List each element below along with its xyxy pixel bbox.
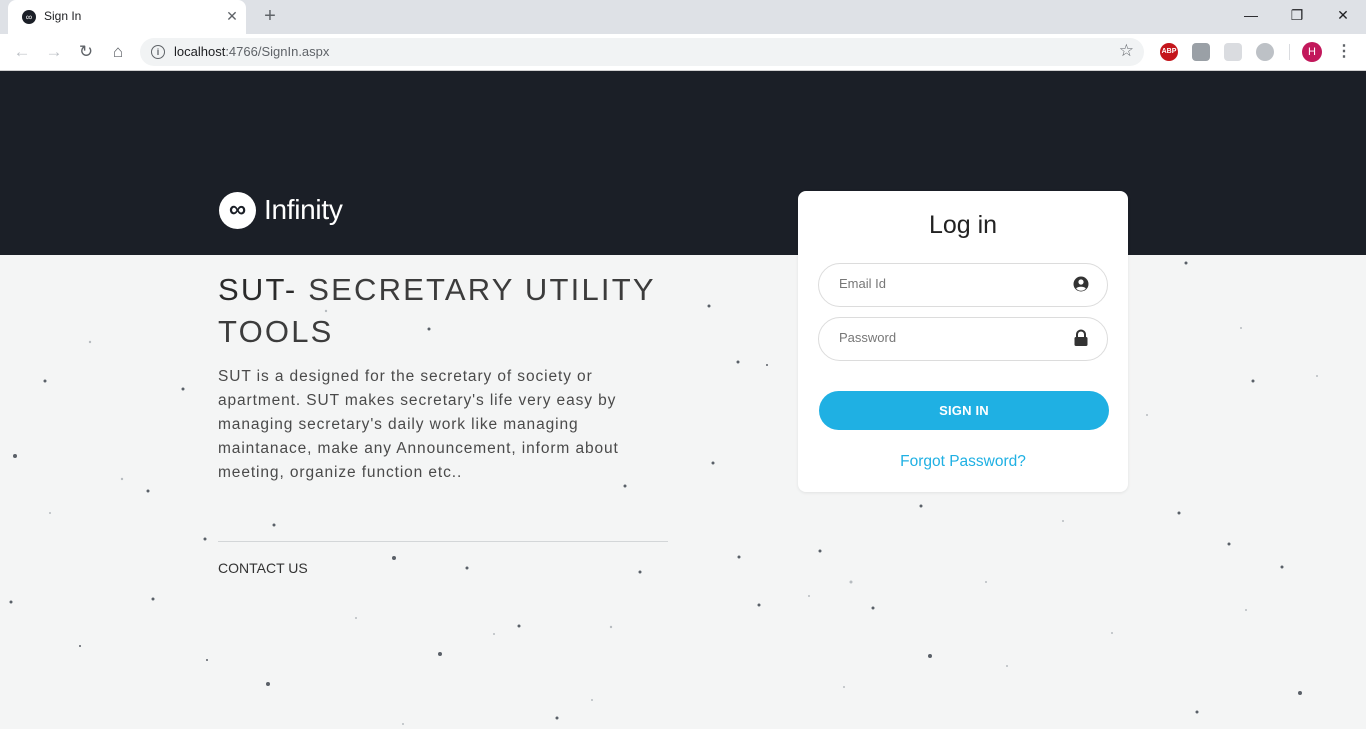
bookmark-star-icon[interactable]: ☆ (1119, 41, 1134, 61)
url-text: localhost:4766/SignIn.aspx (174, 44, 329, 59)
minimize-button[interactable]: — (1241, 6, 1261, 24)
more-menu-icon[interactable]: ⋮ (1334, 42, 1354, 62)
password-field[interactable] (818, 317, 1108, 361)
toolbar-divider (1289, 44, 1290, 60)
tab-title: Sign In (44, 9, 82, 23)
email-input[interactable] (837, 275, 1061, 292)
infinity-favicon-icon: ∞ (22, 10, 36, 24)
hero-banner (0, 71, 1366, 255)
user-circle-icon (1073, 276, 1089, 292)
extension-icon[interactable] (1224, 43, 1242, 61)
forgot-password-link[interactable]: Forgot Password? (798, 453, 1128, 471)
address-bar[interactable]: i localhost:4766/SignIn.aspx ☆ (140, 38, 1144, 66)
password-input[interactable] (837, 329, 1061, 346)
new-tab-button[interactable]: + (260, 6, 280, 26)
particle-background (9, 261, 1318, 725)
forward-icon[interactable]: → (44, 42, 64, 62)
headline-prefix: SUT- (218, 272, 298, 307)
hero-headline: SUT- SECRETARY UTILITY TOOLS (218, 269, 678, 353)
contact-us-link[interactable]: CONTACT US (218, 560, 308, 576)
extension-icon[interactable] (1192, 43, 1210, 61)
login-title: Log in (928, 211, 998, 239)
infinity-logo-icon: ∞ (219, 192, 256, 229)
section-divider (218, 541, 668, 542)
adblock-extension-icon[interactable]: ABP (1160, 43, 1178, 61)
email-field[interactable] (818, 263, 1108, 307)
brand-name: Infinity (264, 194, 343, 225)
lock-icon (1074, 329, 1088, 346)
back-icon[interactable]: ← (12, 42, 32, 62)
extension-icon[interactable] (1256, 43, 1274, 61)
close-tab-icon[interactable]: ✕ (224, 8, 240, 24)
browser-tab[interactable]: ∞ Sign In ✕ (8, 0, 246, 34)
page-content: ∞ Infinity SUT- SECRETARY UTILITY TOOLS … (0, 71, 1366, 729)
url-path: :4766/SignIn.aspx (225, 44, 330, 59)
login-card: Log in SIGN IN Forgot Password? (798, 191, 1128, 492)
maximize-button[interactable]: ❐ (1287, 6, 1307, 24)
browser-toolbar: ← → ↻ ⌂ i localhost:4766/SignIn.aspx ☆ A… (0, 34, 1366, 71)
reload-icon[interactable]: ↻ (76, 42, 96, 62)
url-host: localhost (174, 44, 226, 59)
sign-in-button[interactable]: SIGN IN (819, 391, 1109, 430)
profile-avatar[interactable]: H (1302, 42, 1322, 62)
site-info-icon[interactable]: i (151, 45, 165, 59)
home-icon[interactable]: ⌂ (108, 42, 128, 62)
close-window-button[interactable]: ✕ (1333, 6, 1353, 24)
hero-description: SUT is a designed for the secretary of s… (218, 368, 619, 481)
tab-strip: ∞ Sign In ✕ + — ❐ ✕ (0, 0, 1366, 34)
